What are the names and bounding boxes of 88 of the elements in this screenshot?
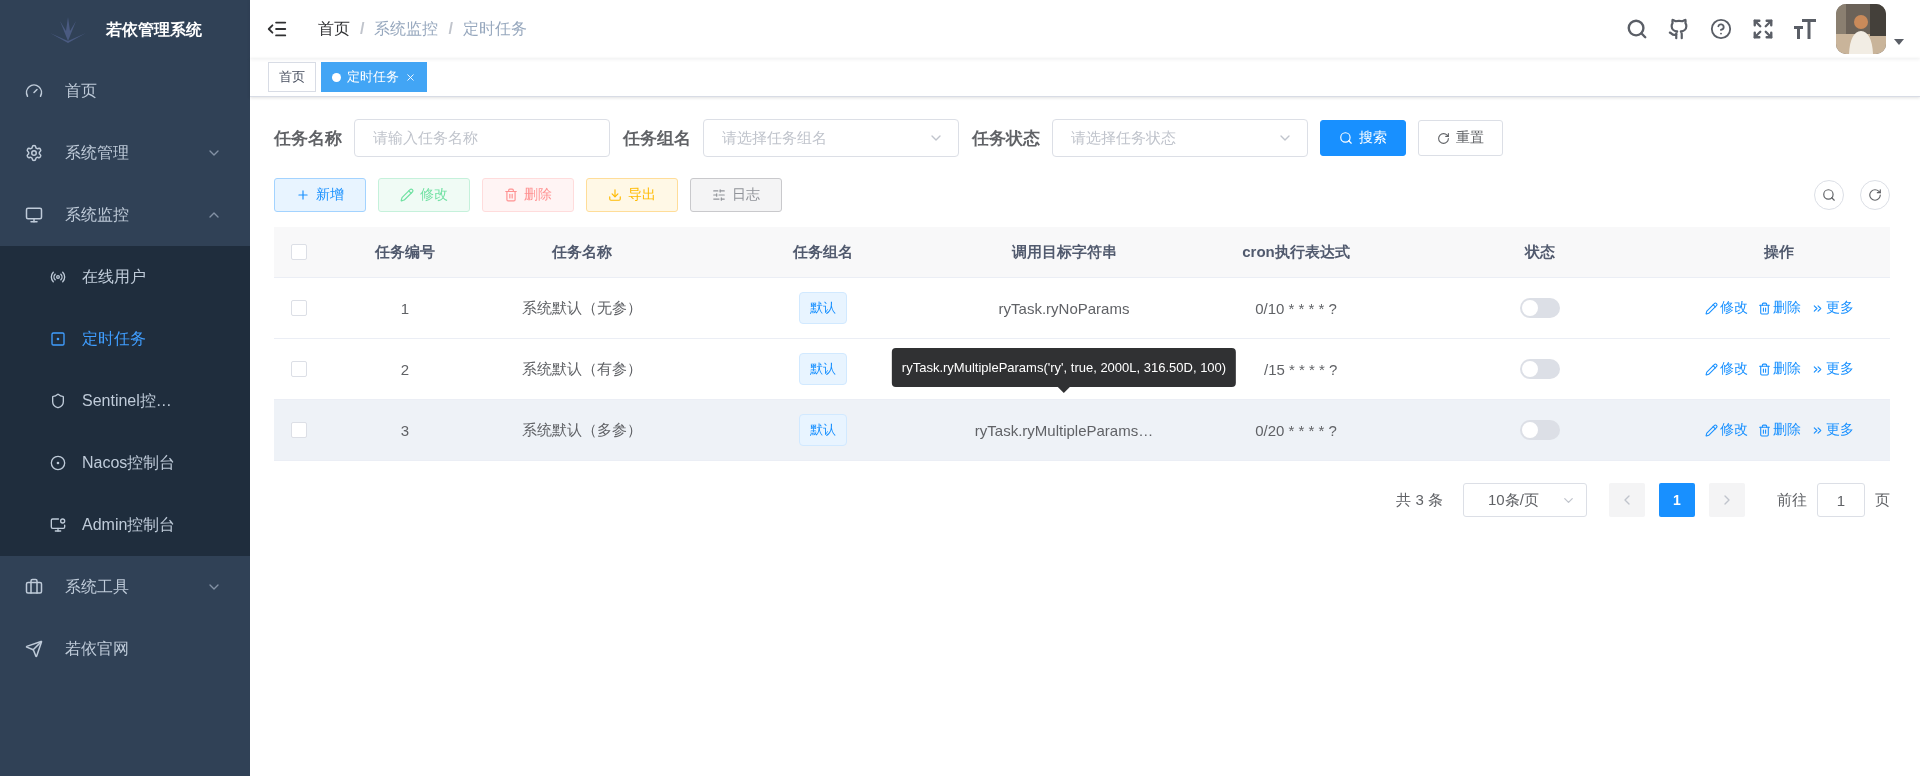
action-button[interactable]: 新增: [274, 178, 366, 212]
select-field[interactable]: 请选择任务组名: [703, 119, 959, 157]
menu-item[interactable]: 系统工具: [0, 556, 250, 618]
column-header: 任务编号: [375, 242, 435, 262]
search-button[interactable]: 搜索: [1320, 120, 1406, 156]
submenu-item[interactable]: 定时任务: [0, 308, 250, 370]
active-dot-icon: [332, 72, 341, 82]
tooltip-arrow-icon: [1058, 387, 1070, 393]
filter-label: 任务组名: [623, 127, 691, 150]
table-cell: 系统默认（无参）: [522, 298, 642, 318]
group-tag: 默认: [799, 353, 847, 385]
submenu-item[interactable]: Admin控制台: [0, 494, 250, 556]
checkbox[interactable]: [291, 422, 307, 438]
filter-label: 任务名称: [274, 127, 342, 150]
column-header: cron执行表达式: [1242, 242, 1350, 262]
group-tag: 默认: [799, 292, 847, 324]
refresh-icon: [1437, 131, 1450, 145]
column-header: 操作: [1764, 242, 1794, 262]
table-cell: ryTask.ryNoParams: [998, 299, 1130, 317]
table-cell: ryTask.ryMultipleParams…: [974, 421, 1154, 439]
menu-item[interactable]: 系统管理: [0, 122, 250, 184]
column-header: 任务名称: [552, 242, 612, 262]
table-row[interactable]: 3 系统默认（多参） 默认 ryTask.ryMultipleParams… 0/20 * * * * ? 修改 删除 更多: [274, 400, 1890, 461]
row-action-link[interactable]: 更多: [1810, 421, 1854, 439]
submenu-item[interactable]: Nacos控制台: [0, 432, 250, 494]
submenu-item[interactable]: Sentinel控…: [0, 370, 250, 432]
table-cell: 系统默认（多参）: [522, 420, 642, 440]
table-cell: 3: [400, 421, 410, 439]
tag[interactable]: 定时任务: [321, 62, 427, 92]
search-toggle-button[interactable]: [1814, 180, 1844, 210]
table-cell: 2: [400, 360, 410, 378]
page-button[interactable]: 1: [1659, 483, 1695, 517]
table-cell: 0/20 * * * * ?: [1255, 421, 1337, 439]
search-icon[interactable]: [1626, 18, 1648, 40]
row-action-link[interactable]: 删除: [1757, 360, 1801, 378]
search-icon: [1339, 131, 1353, 145]
select-field[interactable]: 请选择任务状态: [1052, 119, 1308, 157]
github-icon[interactable]: [1668, 18, 1690, 40]
submenu-item[interactable]: 在线用户: [0, 246, 250, 308]
reset-button[interactable]: 重置: [1418, 120, 1503, 156]
refresh-icon: [1868, 188, 1882, 202]
table-cell: 系统默认（有参）: [522, 359, 642, 379]
table-cell: /15 * * * * ?: [1264, 360, 1338, 378]
refresh-button[interactable]: [1860, 180, 1890, 210]
app-title: 若依管理系统: [106, 19, 202, 40]
group-tag: 默认: [799, 414, 847, 446]
page-size-select[interactable]: 10条/页: [1463, 483, 1587, 517]
breadcrumb-item: 定时任务: [462, 18, 527, 39]
row-action-link[interactable]: 删除: [1757, 299, 1801, 317]
help-icon[interactable]: [1710, 18, 1732, 40]
input-field[interactable]: 请输入任务名称: [354, 119, 610, 157]
total-count: 共 3 条: [1396, 490, 1443, 510]
page-suffix: 页: [1875, 490, 1890, 510]
breadcrumb-separator: /: [448, 20, 453, 38]
action-button[interactable]: 日志: [690, 178, 782, 212]
row-action-link[interactable]: 删除: [1757, 421, 1801, 439]
search-icon: [1822, 188, 1836, 202]
tooltip: ryTask.ryMultipleParams('ry', true, 2000L, 316.50D, 100): [891, 348, 1237, 387]
row-action-link[interactable]: 更多: [1810, 360, 1854, 378]
row-action-link[interactable]: 修改: [1704, 299, 1748, 317]
page-input[interactable]: 1: [1817, 483, 1865, 517]
status-switch[interactable]: [1520, 420, 1560, 440]
status-switch[interactable]: [1520, 298, 1560, 318]
status-switch[interactable]: [1520, 359, 1560, 379]
breadcrumb-separator: /: [360, 20, 365, 38]
menu-item[interactable]: 首页: [0, 60, 250, 122]
breadcrumb-item: 系统监控: [374, 18, 439, 39]
filter-label: 任务状态: [972, 127, 1040, 150]
checkbox[interactable]: [291, 244, 307, 260]
text-size-icon[interactable]: [1794, 19, 1816, 39]
fullscreen-icon[interactable]: [1752, 18, 1774, 40]
column-header: 状态: [1525, 242, 1555, 262]
breadcrumb-item[interactable]: 首页: [318, 18, 350, 40]
menu-item[interactable]: 系统监控: [0, 184, 250, 246]
checkbox[interactable]: [291, 300, 307, 316]
row-action-link[interactable]: 修改: [1704, 360, 1748, 378]
row-action-link[interactable]: 更多: [1810, 299, 1854, 317]
close-icon[interactable]: [405, 71, 416, 83]
goto-label: 前往: [1777, 490, 1807, 510]
row-action-link[interactable]: 修改: [1704, 421, 1748, 439]
column-header: 任务组名: [793, 242, 853, 262]
table-cell: 1: [400, 299, 410, 317]
column-header: 调用目标字符串: [1011, 242, 1117, 262]
menu-item[interactable]: 若依官网: [0, 618, 250, 680]
caret-icon[interactable]: [1894, 39, 1904, 45]
tag[interactable]: 首页: [268, 62, 316, 92]
checkbox[interactable]: [291, 361, 307, 377]
table-cell: 0/10 * * * * ?: [1255, 299, 1337, 317]
